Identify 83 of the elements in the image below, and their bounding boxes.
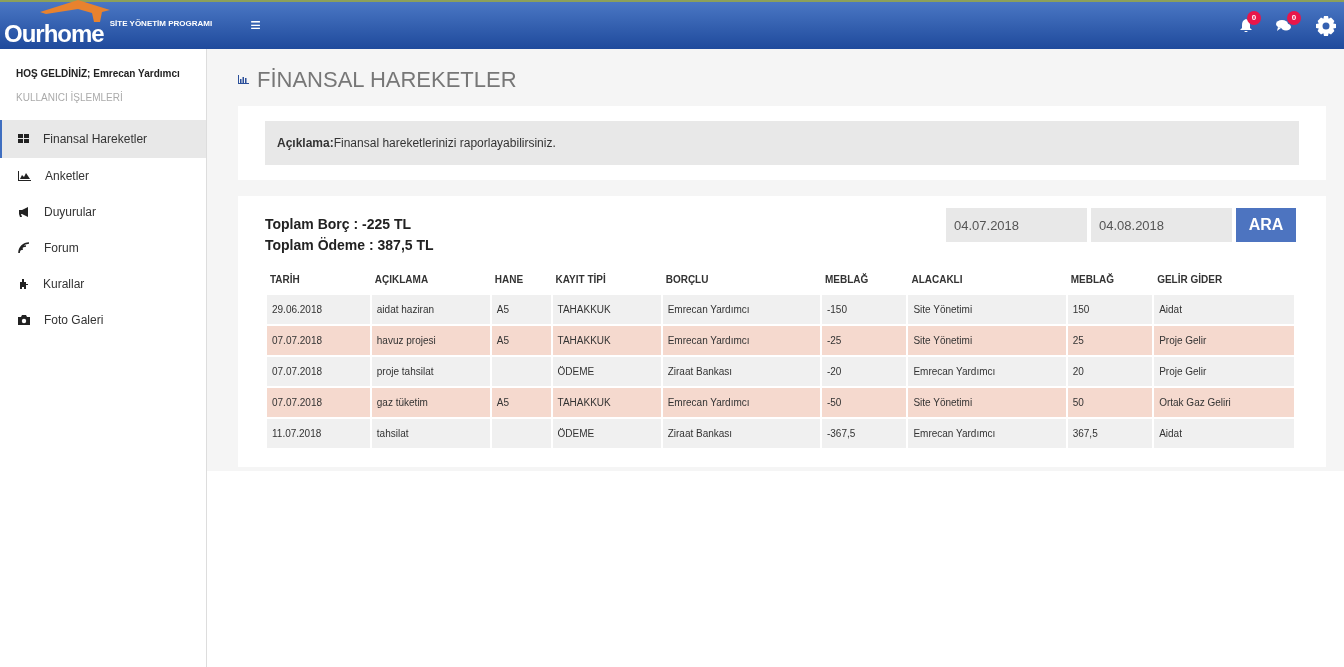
table-cell: Emrecan Yardımcı (908, 357, 1066, 386)
table-cell: A5 (491, 388, 551, 417)
table-cell: Ziraat Bankası (662, 419, 820, 448)
count-badge: 0 (1287, 11, 1301, 25)
table-cell: 20 (1067, 357, 1153, 386)
settings-icon[interactable] (1316, 15, 1336, 36)
menu-button[interactable]: ≡ (250, 12, 261, 39)
chat-icon[interactable] (1276, 19, 1292, 32)
total-debt: Toplam Borç : -225 TL (265, 215, 412, 234)
sidebar-item[interactable]: Duyurular (0, 194, 206, 230)
table-cell: aidat haziran (371, 295, 490, 324)
table-cell: 150 (1067, 295, 1153, 324)
table-cell: -50 (821, 388, 907, 417)
count-badge: 0 (1247, 11, 1261, 25)
table-cell: ÖDEME (552, 419, 661, 448)
table-cell: TAHAKKUK (552, 326, 661, 355)
column-header: MEBLAĞ (1069, 272, 1116, 287)
date-field[interactable]: 04.08.2018 (1091, 208, 1232, 242)
table-cell: havuz projesi (371, 326, 490, 355)
table-cell: -25 (821, 326, 907, 355)
table-cell: gaz tüketim (371, 388, 490, 417)
column-header: KAYIT TİPİ (554, 272, 607, 287)
table-cell: ÖDEME (552, 357, 661, 386)
date-field[interactable]: 04.07.2018 (946, 208, 1087, 242)
table-cell: Emrecan Yardımcı (662, 326, 820, 355)
column-header: TARİH (269, 272, 301, 287)
bar-chart-icon (238, 75, 249, 84)
sidebar-icon (18, 134, 29, 144)
table-cell: 367,5 (1067, 419, 1153, 448)
table-cell: -150 (821, 295, 907, 324)
page-title: FİNANSAL HAREKETLER (257, 66, 517, 94)
sidebar-icon (18, 171, 31, 181)
sidebar-item[interactable]: Finansal Hareketler (0, 120, 206, 158)
table-cell: Ortak Gaz Geliri (1154, 388, 1294, 417)
table-cell: 50 (1067, 388, 1153, 417)
column-header: MEBLAĞ (823, 272, 870, 287)
table-cell: Site Yönetimi (908, 388, 1066, 417)
table-cell: -20 (821, 357, 907, 386)
table-cell: 11.07.2018 (267, 419, 370, 448)
sidebar-icon (18, 315, 30, 325)
table-cell: Ziraat Bankası (662, 357, 820, 386)
bell-icon[interactable] (1240, 19, 1252, 32)
table-cell: tahsilat (371, 419, 490, 448)
table-cell: -367,5 (821, 419, 907, 448)
sidebar-icon (18, 279, 29, 289)
table-cell: Aidat (1154, 419, 1294, 448)
table-cell: TAHAKKUK (552, 295, 661, 324)
table-cell: A5 (491, 326, 551, 355)
sidebar-item[interactable]: Kurallar (0, 266, 206, 302)
description-text: Açıklama:Finansal hareketlerinizi raporlayabilirsiniz. (265, 121, 1299, 165)
total-payment: Toplam Ödeme : 387,5 TL (265, 236, 434, 255)
app-subtitle: SİTE YÖNETİM PROGRAMI (109, 17, 213, 30)
table-cell: 07.07.2018 (267, 326, 370, 355)
table-cell: Site Yönetimi (908, 295, 1066, 324)
column-header: AÇIKLAMA (373, 273, 430, 287)
welcome-text: HOŞ GELDİNİZ; Emrecan Yardımcı (15, 66, 181, 81)
sidebar-item[interactable]: Forum (0, 230, 206, 266)
table-cell: Emrecan Yardımcı (908, 419, 1066, 448)
search-button[interactable]: ARA (1236, 208, 1296, 242)
table-cell: Emrecan Yardımcı (662, 388, 820, 417)
table-cell: proje tahsilat (371, 357, 490, 386)
section-heading: KULLANICI İŞLEMLERİ (15, 90, 124, 105)
table-cell: TAHAKKUK (552, 388, 661, 417)
column-header: GELİR GİDER (1156, 272, 1224, 287)
table-cell: 25 (1067, 326, 1153, 355)
sidebar-icon (18, 207, 30, 217)
table-cell: Proje Gelir (1154, 326, 1294, 355)
table-cell: 29.06.2018 (267, 295, 370, 324)
column-header: HANE (493, 273, 525, 287)
table-cell: Proje Gelir (1154, 357, 1294, 386)
column-header: ALACAKLI (910, 273, 964, 287)
table-cell: 07.07.2018 (267, 388, 370, 417)
column-header: BORÇLU (664, 273, 710, 287)
table-cell: Aidat (1154, 295, 1294, 324)
table-cell: Emrecan Yardımcı (662, 295, 820, 324)
table-cell: Site Yönetimi (908, 326, 1066, 355)
table-cell: 07.07.2018 (267, 357, 370, 386)
sidebar-item[interactable]: Foto Galeri (0, 302, 206, 338)
sidebar-icon (18, 242, 30, 254)
roof-icon (40, 0, 110, 22)
sidebar-item[interactable]: Anketler (0, 158, 206, 194)
table-cell: A5 (491, 295, 551, 324)
logo-text: Ourhome (4, 21, 104, 46)
